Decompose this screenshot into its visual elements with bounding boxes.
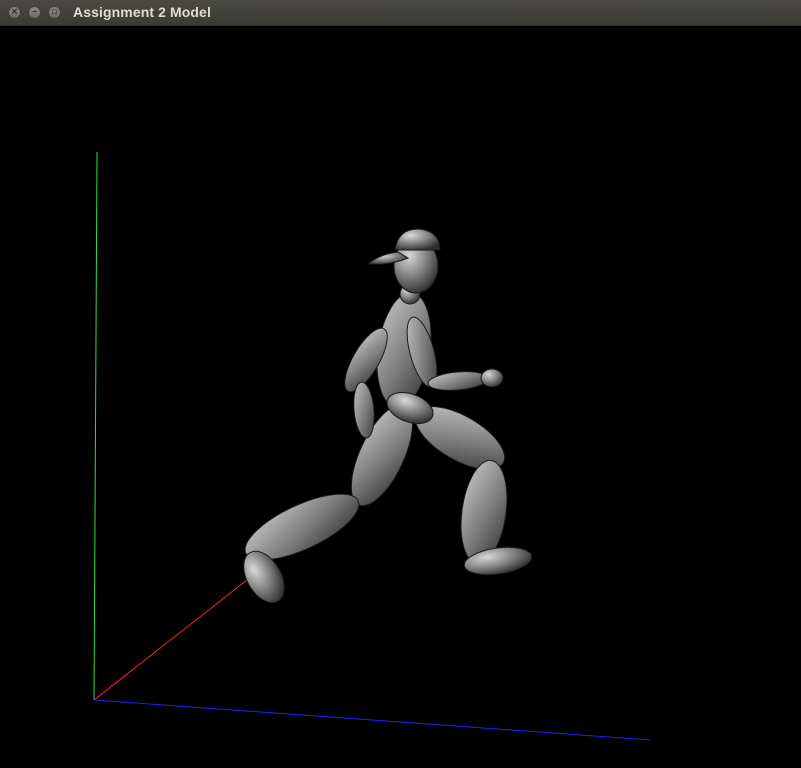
gl-viewport[interactable] bbox=[0, 26, 801, 768]
z-axis-line bbox=[93, 699, 651, 741]
running-figure-model bbox=[243, 228, 533, 604]
title-bar[interactable]: × – ▫ Assignment 2 Model bbox=[0, 0, 801, 26]
scene-canvas bbox=[93, 151, 651, 741]
close-icon[interactable]: × bbox=[8, 6, 21, 19]
minimize-icon[interactable]: – bbox=[28, 6, 41, 19]
y-axis-line bbox=[93, 151, 98, 701]
maximize-icon[interactable]: ▫ bbox=[48, 6, 61, 19]
app-window: × – ▫ Assignment 2 Model bbox=[0, 0, 801, 768]
x-axis-line bbox=[93, 575, 253, 701]
window-title: Assignment 2 Model bbox=[73, 4, 211, 20]
